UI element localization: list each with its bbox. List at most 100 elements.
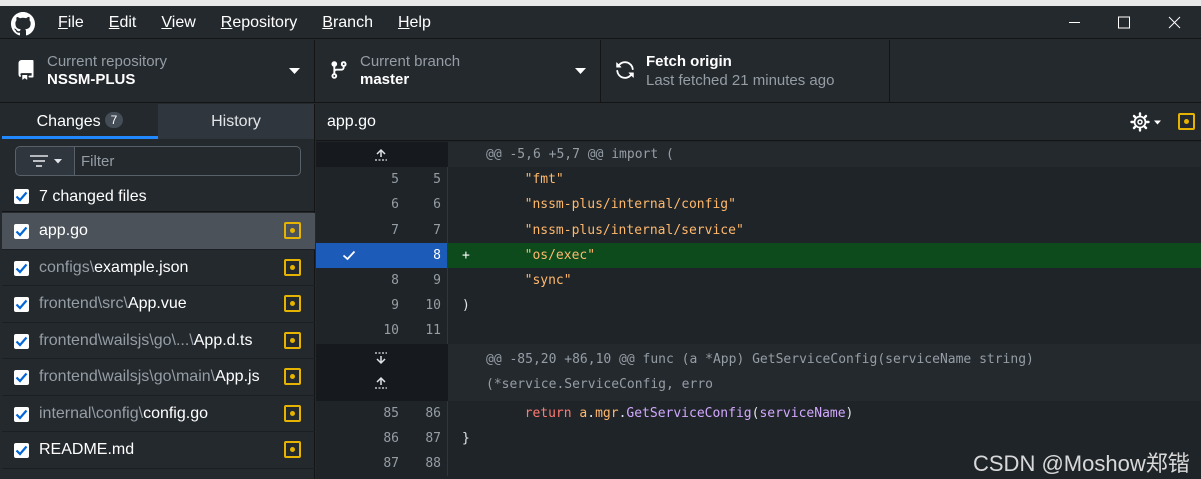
fetch-origin-button[interactable]: Fetch origin Last fetched 21 minutes ago <box>601 40 890 103</box>
current-repository-caption: Current repository <box>47 53 168 70</box>
old-line-number: 5 <box>316 167 403 193</box>
file-path: README.md <box>39 441 134 459</box>
old-line-number: 7 <box>316 217 403 243</box>
sidebar-tabs: Changes 7 History <box>2 104 315 139</box>
file-checkbox[interactable] <box>14 297 29 312</box>
file-checkbox[interactable] <box>14 224 29 239</box>
line-code: ) <box>448 293 1201 318</box>
old-line-number: 10 <box>316 318 403 344</box>
diff-line: 9 10 ) <box>316 293 1201 319</box>
sync-icon <box>616 61 634 79</box>
checkmark-icon <box>15 336 28 347</box>
gear-icon[interactable] <box>1128 111 1164 133</box>
file-row-config-go[interactable]: internal\config\config.go <box>2 396 315 432</box>
file-checkbox[interactable] <box>14 406 29 422</box>
tab-changes[interactable]: Changes 7 <box>2 104 158 139</box>
file-checkbox[interactable] <box>14 370 29 385</box>
code-string: "nssm-plus/internal/config" <box>524 197 736 213</box>
diff-panel: app.go @@ -5,6 +5,7 @@ import (5 5 "fmt… <box>316 104 1201 479</box>
menu-file[interactable]: File <box>58 6 84 39</box>
filter-icon <box>30 155 62 167</box>
file-row-app-d-ts[interactable]: frontend\wailsjs\go\...\App.d.ts <box>2 323 315 359</box>
hunk-gutter <box>316 142 403 168</box>
code-keyword: return <box>524 405 572 421</box>
diff-line: 5 5 "fmt" <box>316 167 1201 193</box>
diff-line: 7 7 "nssm-plus/internal/service" <box>316 217 1201 243</box>
changed-file-list: app.go configs\example.json frontend\src… <box>2 213 315 469</box>
filter-input[interactable] <box>75 146 301 176</box>
line-select-gutter[interactable] <box>316 242 403 268</box>
file-dir: configs\ <box>39 258 95 276</box>
code-identifier: mgr <box>595 405 619 421</box>
repository-icon <box>18 60 34 80</box>
hunk-header-row: @@ -5,6 +5,7 @@ import ( <box>316 142 1201 168</box>
filter-row <box>15 146 301 176</box>
checkmark-icon <box>15 372 28 383</box>
file-row-app-vue[interactable]: frontend\src\App.vue <box>2 286 315 323</box>
close-icon[interactable] <box>1150 6 1198 39</box>
line-code: return a.mgr.GetServiceConfig(serviceNam… <box>524 405 854 421</box>
chevron-down-icon <box>575 68 586 74</box>
modified-icon <box>284 368 301 385</box>
modified-icon <box>1178 113 1195 130</box>
hunk-header-text: @@ -85,20 +86,10 @@ func (a *App) GetSer… <box>448 343 1201 401</box>
menu-branch[interactable]: Branch <box>322 6 373 39</box>
diff-line: 6 6 "nssm-plus/internal/config" <box>316 192 1201 218</box>
file-checkbox[interactable] <box>14 443 29 458</box>
current-repository-button[interactable]: Current repository NSSM-PLUS <box>2 40 315 103</box>
file-name: App.js <box>215 368 260 385</box>
menu-edit[interactable]: Edit <box>109 6 137 39</box>
hunk-header-row: @@ -85,20 +86,10 @@ func (a *App) GetSer… <box>316 343 1201 401</box>
menu-bar: File Edit View Repository Branch Help <box>58 6 456 39</box>
expand-up-icon[interactable] <box>373 147 389 163</box>
line-code: "fmt" <box>448 167 1201 192</box>
hunk-gutter <box>316 343 403 401</box>
check-icon <box>342 250 356 261</box>
new-line-number: 86 <box>403 400 448 426</box>
modified-icon <box>284 331 301 349</box>
new-line-number: 10 <box>403 293 448 319</box>
added-line-row[interactable]: 8 + "os/exec" <box>316 242 1201 268</box>
checkmark-icon <box>15 445 28 456</box>
hunk-gutter <box>403 343 448 401</box>
current-branch-caption: Current branch <box>360 53 461 70</box>
modified-icon <box>284 222 301 239</box>
new-line-number: 8 <box>403 242 448 268</box>
file-dir: frontend\src\ <box>39 295 128 312</box>
modified-icon <box>284 295 301 312</box>
git-branch-icon <box>331 61 347 79</box>
file-checkbox[interactable] <box>14 333 29 349</box>
code-function: GetServiceConfig <box>626 405 752 421</box>
expand-up-icon[interactable] <box>373 375 389 391</box>
diff-line: 10 11 <box>316 318 1201 344</box>
checkmark-icon <box>15 409 28 420</box>
diff-line: 85 86 return a.mgr.GetServiceConfig(serv… <box>316 400 1201 426</box>
menu-repository[interactable]: Repository <box>221 6 297 39</box>
checkmark-icon <box>15 299 28 310</box>
minimize-icon[interactable] <box>1050 6 1098 39</box>
menu-help[interactable]: Help <box>398 6 431 39</box>
maximize-icon[interactable] <box>1100 6 1148 39</box>
diff-header: app.go <box>316 104 1201 141</box>
expand-down-icon[interactable] <box>373 350 389 366</box>
tab-history[interactable]: History <box>158 104 314 139</box>
github-logo-icon <box>11 12 35 36</box>
filter-options-button[interactable] <box>15 146 75 176</box>
file-row-app-go[interactable]: app.go <box>2 213 315 250</box>
current-repository-name: NSSM-PLUS <box>47 71 136 88</box>
file-dir: frontend\wailsjs\go\main\ <box>39 368 216 385</box>
file-row-example-json[interactable]: configs\example.json <box>2 250 315 286</box>
checkmark-icon <box>15 226 28 237</box>
current-branch-button[interactable]: Current branch master <box>315 40 601 103</box>
file-name: example.json <box>94 258 189 276</box>
file-dir: internal\config\ <box>39 404 144 422</box>
file-checkbox[interactable] <box>14 260 29 276</box>
file-row-app-js[interactable]: frontend\wailsjs\go\main\App.js <box>2 359 315 396</box>
code-string: "sync" <box>524 272 572 288</box>
code-string: "nssm-plus/internal/service" <box>524 222 744 238</box>
diff-line: 8 9 "sync" <box>316 267 1201 294</box>
menu-view[interactable]: View <box>161 6 195 39</box>
code-text: ) <box>462 298 470 314</box>
file-row-readme-md[interactable]: README.md <box>2 432 315 469</box>
select-all-checkbox[interactable] <box>14 189 29 204</box>
